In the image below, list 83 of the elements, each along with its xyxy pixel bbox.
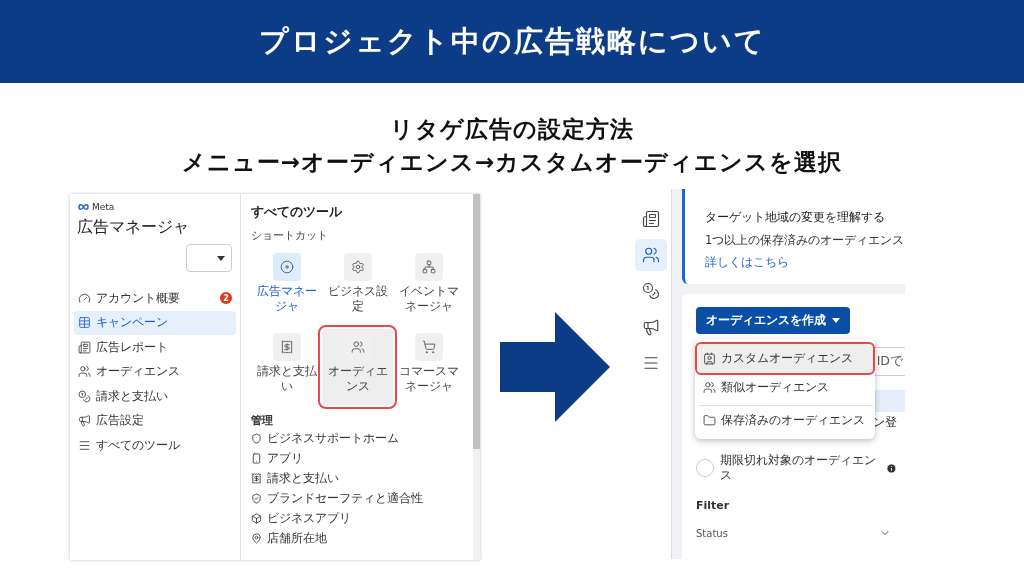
box-icon (251, 512, 262, 524)
subtitle-line: リタゲ広告の設定方法 (390, 115, 634, 144)
app-title: 広告マネージャ (77, 217, 190, 238)
settings-icon (350, 260, 365, 274)
receipt-icon (251, 472, 262, 484)
receipt-icon (279, 340, 294, 354)
tool-link[interactable]: 店舗所在地 (251, 528, 465, 548)
cart-icon (421, 340, 436, 354)
gauge-icon (78, 291, 91, 305)
nav-item[interactable]: すべてのツール (74, 433, 236, 458)
tool-link[interactable]: ブランドセーフティと適合性 (251, 488, 465, 508)
shield-icon (251, 432, 262, 444)
network-icon (421, 260, 436, 274)
menu-item[interactable]: カスタムオーディエンス (697, 344, 873, 373)
section-heading: ショートカット (251, 228, 329, 243)
people-icon (703, 381, 716, 394)
option-label: 期限切れ対象のオーディエンス (720, 453, 877, 483)
create-audience-button[interactable]: オーディエンスを作成 (696, 307, 850, 334)
count-badge: 2 (220, 292, 232, 305)
shortcut-label: 広告マネージャ (255, 284, 318, 314)
learn-more-link[interactable]: 詳しくはこちら (705, 255, 905, 270)
nav-item[interactable]: アカウント概要 2 (74, 286, 236, 311)
nav-item[interactable]: 広告設定 (74, 408, 236, 433)
megaphone-icon (641, 318, 660, 336)
phone-icon (251, 452, 262, 464)
megaphone-icon (78, 414, 91, 428)
subtitle-line: メニュー→オーディエンス→カスタムオーディエンスを選択 (181, 148, 843, 177)
rail-button[interactable] (634, 239, 667, 271)
menu-icon (78, 438, 91, 452)
nav-label: すべてのツール (96, 436, 181, 454)
menu-item[interactable]: 類似オーディエンス (697, 373, 873, 402)
newspaper-icon (641, 210, 660, 228)
shortcut-tile[interactable]: ビジネス設定 (322, 249, 393, 325)
shortcut-tile[interactable]: 請求と支払い (251, 329, 322, 405)
nav-item[interactable]: 広告レポート (74, 335, 236, 360)
shortcut-label: ビジネス設定 (326, 284, 389, 314)
brand-name: Meta (92, 202, 115, 212)
map-pin-icon (251, 532, 262, 544)
nav-item[interactable]: オーディエンス (74, 359, 236, 384)
nav-label: 広告レポート (96, 338, 169, 356)
caret-icon (832, 318, 840, 323)
people-icon (641, 246, 660, 264)
tool-link[interactable]: 請求と支払い (251, 468, 465, 488)
tool-link[interactable]: アプリ (251, 448, 465, 468)
nav-label: 請求と支払い (96, 387, 169, 405)
filter-label: Status (696, 527, 728, 539)
nav-item[interactable]: 請求と支払い (74, 384, 236, 409)
nav-item[interactable]: キャンペーン (74, 310, 236, 335)
circle-icon (279, 260, 294, 274)
tool-link[interactable]: ビジネスアプリ (251, 508, 465, 528)
shortcut-tile[interactable]: イベントマネージャ (393, 249, 464, 325)
tools-title: すべてのツール (251, 204, 343, 221)
folder-icon (703, 413, 716, 427)
shortcut-label: 請求と支払い (255, 364, 318, 394)
table-icon (78, 316, 91, 330)
option-label: ン登 (873, 414, 897, 431)
people-icon (78, 365, 91, 379)
nav-label: アカウント概要 (96, 289, 181, 307)
shortcut-label: イベントマネージャ (397, 284, 460, 314)
infinity-icon (77, 203, 90, 211)
shortcut-label: オーディエンス (326, 364, 389, 394)
shield-icon (251, 492, 262, 504)
menu-item[interactable]: 保存済みのオーディエンス (697, 405, 873, 434)
info-icon (886, 462, 897, 474)
people-icon (350, 340, 365, 354)
coins-icon (641, 282, 660, 300)
nav-label: キャンペーン (96, 314, 169, 332)
nav-label: オーディエンス (96, 363, 181, 381)
shortcut-tile[interactable]: 広告マネージャ (251, 249, 322, 325)
newspaper-icon (78, 340, 91, 354)
nav-label: 広告設定 (96, 412, 145, 430)
section-heading: 管理 (251, 413, 274, 428)
notice-text: 1つ以上の保存済みのオーディエンス (705, 233, 905, 248)
shortcut-label: コマースマネージャ (397, 364, 460, 394)
shortcut-tile[interactable]: コマースマネージャ (393, 329, 464, 405)
menu-icon (641, 354, 660, 372)
contact-icon (703, 352, 716, 365)
notice-title: ターゲット地域の変更を理解する (705, 209, 886, 226)
caret-icon (217, 255, 225, 261)
tool-link[interactable]: ビジネスサポートホーム (251, 428, 465, 448)
slide-title: プロジェクト中の広告戦略について (258, 22, 766, 60)
filter-heading: Filter (696, 499, 731, 512)
coins-icon (78, 389, 91, 403)
